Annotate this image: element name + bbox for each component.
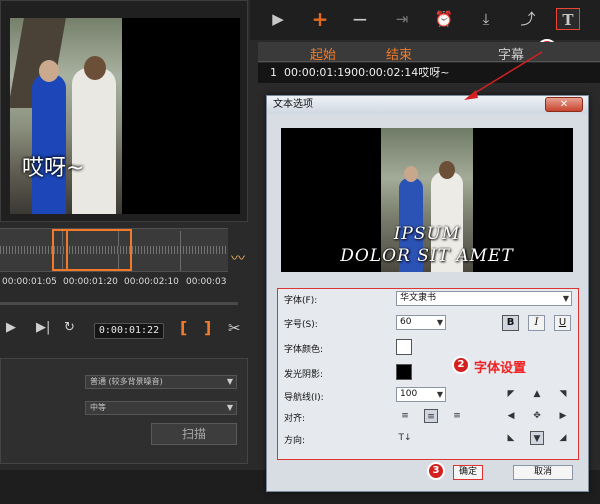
- text-options-dialog: 文本选项 ✕ IPSUM DOLOR SIT AMET 字体(F): 华文隶书 ▼…: [266, 95, 589, 492]
- join-icon[interactable]: ⇥: [390, 8, 414, 30]
- play-subtitle-icon[interactable]: ▶: [266, 8, 290, 30]
- column-start: 起始: [310, 48, 337, 63]
- guide-select[interactable]: 100 ▼: [396, 387, 446, 402]
- underline-button[interactable]: U: [554, 315, 571, 331]
- step-label: 字体设置: [474, 361, 527, 376]
- text-direction-icon[interactable]: T↓: [398, 431, 412, 445]
- scissors-icon[interactable]: ✂: [228, 319, 241, 337]
- person-white: [72, 68, 116, 214]
- close-button[interactable]: ✕: [545, 97, 583, 112]
- video-frame: [10, 18, 122, 214]
- font-color-swatch[interactable]: [396, 339, 412, 355]
- position-top-icon[interactable]: ▲: [530, 387, 544, 401]
- import-icon[interactable]: ⤓: [474, 8, 498, 30]
- direction-label: 方向:: [284, 436, 306, 446]
- chevron-down-icon: ▼: [226, 403, 233, 412]
- chevron-down-icon: ▼: [226, 377, 233, 386]
- position-bottom-right-icon[interactable]: ◢: [556, 431, 570, 445]
- glow-label: 发光阴影:: [284, 370, 324, 380]
- video-letterbox: [122, 18, 240, 214]
- align-label: 对齐:: [284, 414, 306, 424]
- export-icon[interactable]: ⤴: [516, 8, 540, 30]
- position-left-icon[interactable]: ◀: [504, 409, 518, 423]
- timeline-timecode: 00:00:01:05: [2, 277, 57, 287]
- position-top-right-icon[interactable]: ◥: [556, 387, 570, 401]
- sample-text-line1: IPSUM: [393, 224, 461, 244]
- subtitle-clip[interactable]: [66, 229, 132, 271]
- font-settings-group: 字体(F): 华文隶书 ▼ 字号(S): 60 ▼ B I U 字体颜色: 发光阴影…: [277, 288, 579, 460]
- text-preview: IPSUM DOLOR SIT AMET: [281, 128, 573, 272]
- step-marker: 2: [452, 356, 470, 374]
- text-options-icon[interactable]: T: [556, 8, 580, 30]
- timeline-timecode: 00:00:02:10: [124, 277, 179, 287]
- chevron-down-icon: ▼: [436, 390, 443, 399]
- annotation-arrow: [464, 51, 543, 100]
- position-top-left-icon[interactable]: ◤: [504, 387, 518, 401]
- position-right-icon[interactable]: ▶: [556, 409, 570, 423]
- add-icon[interactable]: +: [308, 8, 332, 30]
- scan-button[interactable]: 扫描: [151, 423, 237, 445]
- mark-out-button[interactable]: ]: [204, 318, 211, 337]
- person-head: [84, 56, 106, 80]
- italic-button[interactable]: I: [528, 315, 545, 331]
- size-select[interactable]: 60 ▼: [396, 315, 446, 330]
- align-right-icon[interactable]: ≡: [450, 409, 464, 423]
- person-head: [39, 60, 59, 82]
- speech-detect-panel: 普通 (较多背景噪音) ▼ 中等 ▼ 扫描: [0, 358, 248, 464]
- align-left-icon[interactable]: ≡: [398, 409, 412, 423]
- sensitivity-select[interactable]: 中等 ▼: [85, 401, 237, 415]
- repeat-icon[interactable]: ↻: [64, 320, 75, 335]
- position-bottom-icon[interactable]: ▼: [530, 431, 544, 445]
- person-blue: [32, 74, 66, 214]
- guide-label: 导航线(I):: [284, 393, 324, 403]
- timecode-input[interactable]: 0:00:01:22: [94, 323, 164, 339]
- time-offset-icon[interactable]: ⏰: [432, 8, 456, 30]
- ok-button[interactable]: 确定: [453, 465, 483, 480]
- play-icon[interactable]: ▶: [6, 320, 16, 335]
- font-label: 字体(F):: [284, 296, 318, 306]
- timeline-timecode: 00:00:01:20: [63, 277, 118, 287]
- font-select[interactable]: 华文隶书 ▼: [396, 291, 572, 306]
- bold-button[interactable]: B: [502, 315, 519, 331]
- cancel-button[interactable]: 取消: [513, 465, 573, 480]
- align-center-icon[interactable]: ≡: [424, 409, 438, 423]
- chevron-down-icon: ▼: [562, 294, 569, 303]
- size-label: 字号(S):: [284, 320, 318, 330]
- glow-color-swatch[interactable]: [396, 364, 412, 380]
- subtitle-toolbar: ▶ + − ⇥ ⏰ ⤓ ⤴ T: [250, 0, 600, 40]
- font-color-label: 字体颜色:: [284, 345, 324, 355]
- position-center-icon[interactable]: ✥: [530, 409, 544, 423]
- mark-in-button[interactable]: [: [180, 318, 187, 337]
- preview-subtitle: 哎呀~: [22, 156, 85, 181]
- next-frame-icon[interactable]: ▶|: [36, 320, 50, 335]
- waveform-icon[interactable]: 〰: [231, 248, 245, 268]
- step-marker: 3: [427, 462, 445, 480]
- remove-icon[interactable]: −: [348, 8, 372, 30]
- scroll-bar[interactable]: [0, 302, 238, 305]
- quality-select[interactable]: 普通 (较多背景噪音) ▼: [85, 375, 237, 389]
- sample-text-line2: DOLOR SIT AMET: [340, 246, 514, 266]
- position-bottom-left-icon[interactable]: ◣: [504, 431, 518, 445]
- chevron-down-icon: ▼: [436, 318, 443, 327]
- timeline-timecode: 00:00:03: [186, 277, 227, 287]
- column-end: 结束: [386, 48, 413, 63]
